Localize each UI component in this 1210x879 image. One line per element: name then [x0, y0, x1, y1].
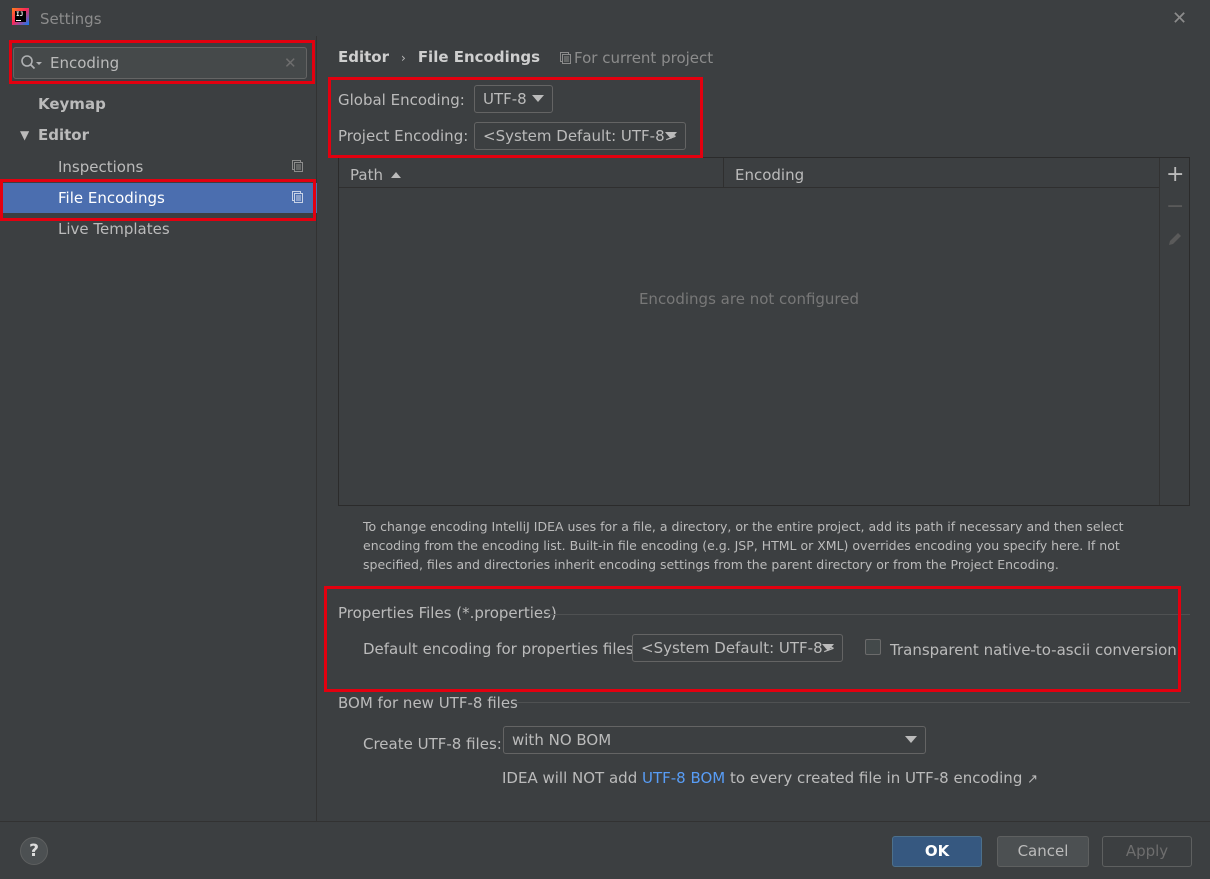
- chevron-down-icon: [822, 644, 834, 651]
- sidebar-item-label: Editor: [38, 126, 89, 144]
- close-icon[interactable]: ✕: [1172, 8, 1187, 29]
- settings-sidebar: ✕ Keymap ▼ Editor Inspections File Encod…: [0, 36, 317, 821]
- bom-note-prefix: IDEA will NOT add: [502, 769, 642, 787]
- encoding-help-text: To change encoding IntelliJ IDEA uses fo…: [363, 519, 1124, 572]
- add-icon[interactable]: +: [1166, 164, 1184, 186]
- scope-note: For current project: [560, 49, 713, 67]
- clear-search-icon[interactable]: ✕: [284, 54, 297, 72]
- empty-table-message: Encodings are not configured: [638, 290, 860, 308]
- bom-section-title: BOM for new UTF-8 files: [338, 694, 518, 712]
- bom-note-suffix: to every created file in UTF-8 encoding: [725, 769, 1023, 787]
- transparent-native-to-ascii-label[interactable]: Transparent native-to-ascii conversion: [890, 641, 1177, 659]
- sidebar-item-editor[interactable]: ▼ Editor: [0, 120, 317, 150]
- sidebar-item-label: Keymap: [38, 95, 106, 113]
- create-utf8-files-label: Create UTF-8 files:: [363, 735, 502, 753]
- chevron-down-icon: [532, 95, 544, 102]
- utf8-bom-link[interactable]: UTF-8 BOM: [642, 769, 725, 787]
- sidebar-item-inspections[interactable]: Inspections: [0, 152, 317, 182]
- global-encoding-select[interactable]: UTF-8: [474, 85, 553, 113]
- create-utf8-files-select[interactable]: with NO BOM: [503, 726, 926, 754]
- help-button[interactable]: ?: [20, 837, 48, 865]
- sidebar-item-label: Inspections: [58, 158, 144, 176]
- bom-note: IDEA will NOT add UTF-8 BOM to every cre…: [502, 769, 1038, 787]
- remove-icon[interactable]: −: [1166, 196, 1184, 218]
- project-encoding-value: <System Default: UTF-8>: [483, 127, 678, 145]
- apply-button[interactable]: Apply: [1102, 836, 1192, 867]
- sidebar-item-file-encodings[interactable]: File Encodings: [0, 183, 317, 213]
- dialog-footer: ? OK Cancel Apply: [0, 821, 1210, 879]
- create-utf8-files-value: with NO BOM: [512, 731, 612, 749]
- project-scope-icon: [560, 52, 571, 64]
- column-header-label: Path: [350, 166, 383, 184]
- section-divider: [547, 614, 1190, 615]
- global-encoding-label: Global Encoding:: [338, 91, 465, 109]
- path-encoding-table[interactable]: Path Encoding Encodings are not configur…: [338, 157, 1190, 506]
- project-scope-icon: [292, 160, 303, 172]
- table-header: Path Encoding: [339, 158, 1159, 188]
- properties-default-encoding-label: Default encoding for properties files:: [363, 640, 639, 658]
- column-header-path[interactable]: Path: [350, 158, 401, 188]
- project-encoding-select[interactable]: <System Default: UTF-8>: [474, 122, 686, 150]
- column-divider[interactable]: [723, 158, 724, 188]
- title-bar: IJ Settings ✕: [0, 0, 1210, 36]
- column-header-encoding[interactable]: Encoding: [735, 158, 804, 188]
- breadcrumb-separator: ›: [401, 51, 406, 65]
- sidebar-item-label: File Encodings: [58, 189, 165, 207]
- transparent-native-to-ascii-checkbox[interactable]: [865, 639, 881, 655]
- sidebar-item-live-templates[interactable]: Live Templates: [0, 214, 317, 244]
- search-input[interactable]: [50, 52, 270, 74]
- sort-ascending-icon: [390, 172, 401, 178]
- ok-button[interactable]: OK: [892, 836, 982, 867]
- project-encoding-label: Project Encoding:: [338, 127, 469, 145]
- properties-default-encoding-select[interactable]: <System Default: UTF-8>: [632, 634, 843, 662]
- file-encodings-panel: Editor › File Encodings For current projec…: [318, 36, 1210, 821]
- intellij-logo-icon: IJ: [12, 8, 29, 25]
- external-link-icon[interactable]: ↗: [1027, 772, 1038, 787]
- breadcrumb: Editor › File Encodings: [338, 48, 540, 66]
- section-divider: [516, 702, 1190, 703]
- expand-arrow-icon[interactable]: ▼: [20, 120, 29, 150]
- settings-search-box[interactable]: ✕: [13, 47, 307, 79]
- table-toolbar: + −: [1159, 158, 1189, 505]
- project-scope-icon: [292, 191, 303, 203]
- breadcrumb-current: File Encodings: [417, 48, 541, 66]
- breadcrumb-parent[interactable]: Editor: [338, 48, 389, 66]
- search-icon[interactable]: [20, 54, 44, 72]
- properties-section-title: Properties Files (*.properties): [338, 604, 557, 622]
- edit-pencil-icon[interactable]: [1166, 230, 1184, 248]
- scope-note-text: For current project: [574, 49, 714, 67]
- chevron-down-icon: [905, 736, 917, 743]
- sidebar-item-keymap[interactable]: Keymap: [0, 89, 317, 119]
- chevron-down-icon: [665, 132, 677, 139]
- window-title: Settings: [40, 10, 102, 28]
- sidebar-item-label: Live Templates: [58, 220, 170, 238]
- table-body[interactable]: Encodings are not configured: [339, 188, 1159, 505]
- cancel-button[interactable]: Cancel: [997, 836, 1089, 867]
- properties-default-encoding-value: <System Default: UTF-8>: [641, 639, 836, 657]
- global-encoding-value: UTF-8: [483, 90, 527, 108]
